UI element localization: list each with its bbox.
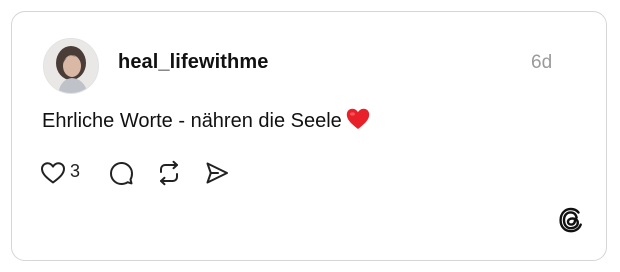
post-text: Ehrliche Worte - nähren die Seele [42, 108, 370, 136]
threads-post-card: heal_lifewithme 6d Ehrliche Worte - nähr… [11, 11, 607, 261]
avatar[interactable] [43, 38, 99, 94]
comment-icon [108, 160, 134, 186]
post-timestamp[interactable]: 6d [531, 52, 552, 74]
share-button[interactable] [204, 158, 230, 188]
like-count: 3 [70, 160, 81, 181]
threads-logo-icon[interactable] [558, 207, 584, 233]
reply-button[interactable] [108, 158, 134, 188]
send-icon [204, 160, 230, 186]
like-button[interactable]: 3 [40, 158, 80, 188]
post-text-content: Ehrliche Worte - nähren die Seele [42, 110, 342, 132]
heart-outline-icon [40, 161, 66, 185]
repost-icon [156, 160, 182, 186]
red-heart-emoji [346, 108, 370, 136]
repost-button[interactable] [156, 158, 182, 188]
username[interactable]: heal_lifewithme [118, 51, 268, 74]
avatar-photo [44, 39, 98, 93]
